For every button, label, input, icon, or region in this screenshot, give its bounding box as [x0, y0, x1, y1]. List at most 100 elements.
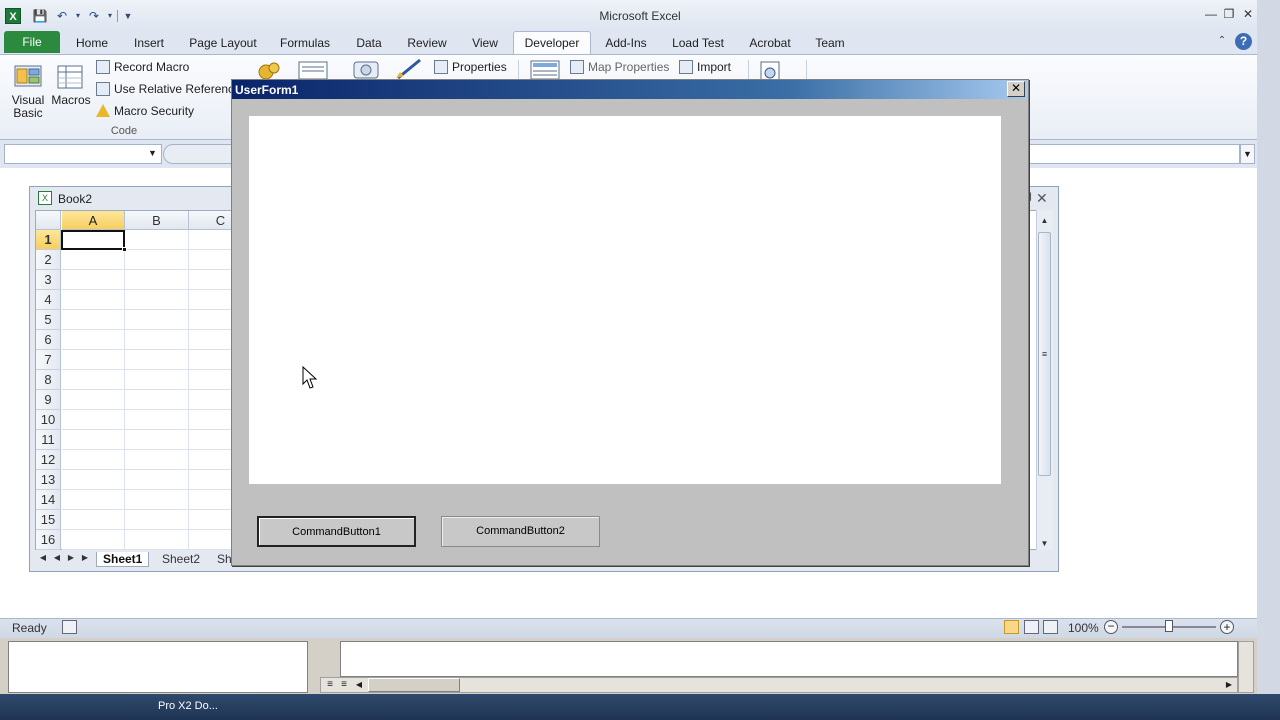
- minimize-icon[interactable]: —: [1202, 6, 1220, 22]
- sheet-tab-sheet1[interactable]: Sheet1: [96, 552, 150, 567]
- row-header[interactable]: 13: [36, 470, 61, 490]
- row-header[interactable]: 4: [36, 290, 61, 310]
- close-window-icon[interactable]: ✕: [1239, 6, 1257, 22]
- tab-home[interactable]: Home: [70, 34, 114, 52]
- tab-page-layout[interactable]: Page Layout: [186, 34, 260, 52]
- gridline: [62, 349, 232, 350]
- tab-view[interactable]: View: [466, 34, 504, 52]
- lower-horizontal-scroll-thumb[interactable]: [368, 678, 460, 692]
- macros-icon[interactable]: [56, 62, 86, 92]
- full-module-view-icon[interactable]: ≡: [338, 679, 350, 691]
- properties-icon: [434, 60, 448, 74]
- import-button[interactable]: Import: [679, 58, 731, 76]
- add-ins-icon[interactable]: [256, 60, 282, 80]
- gridline: [62, 329, 232, 330]
- next-sheet-icon[interactable]: ▶: [66, 553, 76, 562]
- row-header[interactable]: 15: [36, 510, 61, 530]
- immediate-pane-left[interactable]: [8, 641, 308, 693]
- userform-title-bar[interactable]: [232, 80, 1028, 99]
- tab-file[interactable]: File: [4, 31, 60, 53]
- row-header[interactable]: 1: [36, 230, 61, 250]
- immediate-pane-right[interactable]: [340, 641, 1238, 677]
- fill-handle[interactable]: [122, 247, 127, 252]
- record-macro-button[interactable]: Record Macro: [96, 58, 189, 76]
- scroll-down-icon[interactable]: ▼: [1038, 539, 1051, 548]
- scroll-right-icon[interactable]: ▶: [1224, 679, 1234, 691]
- scroll-left-icon[interactable]: ◀: [354, 679, 364, 691]
- normal-view-icon[interactable]: [1004, 620, 1019, 634]
- zoom-in-icon[interactable]: +: [1220, 620, 1234, 634]
- row-header[interactable]: 12: [36, 450, 61, 470]
- com-add-ins-icon[interactable]: [298, 60, 330, 80]
- name-box-dropdown-icon[interactable]: ▼: [148, 148, 157, 158]
- row-header[interactable]: 6: [36, 330, 61, 350]
- minimize-ribbon-icon[interactable]: ⌃: [1216, 35, 1228, 47]
- row-header[interactable]: 11: [36, 430, 61, 450]
- userform-close-button[interactable]: ✕: [1007, 81, 1025, 97]
- close-workbook-icon[interactable]: ✕: [1036, 191, 1050, 205]
- row-header[interactable]: 10: [36, 410, 61, 430]
- row-header[interactable]: 2: [36, 250, 61, 270]
- map-properties-button[interactable]: Map Properties: [570, 58, 669, 76]
- window-title: Microsoft Excel: [599, 9, 681, 23]
- status-ready: Ready: [12, 621, 47, 635]
- formula-buttons[interactable]: [163, 144, 233, 164]
- macro-security-button[interactable]: Macro Security: [96, 102, 194, 120]
- gridline: [62, 309, 232, 310]
- column-header-a[interactable]: A: [62, 211, 125, 230]
- command-button-2[interactable]: CommandButton2: [441, 516, 600, 547]
- tab-team[interactable]: Team: [810, 34, 850, 52]
- zoom-out-icon[interactable]: −: [1104, 620, 1118, 634]
- macros-button[interactable]: Macros: [50, 94, 92, 107]
- restore-icon[interactable]: ❐: [1220, 6, 1238, 22]
- use-relative-reference-button[interactable]: Use Relative Reference: [96, 80, 241, 98]
- row-header[interactable]: 8: [36, 370, 61, 390]
- tab-data[interactable]: Data: [349, 34, 389, 52]
- row-header[interactable]: 9: [36, 390, 61, 410]
- workbook-icon[interactable]: X: [38, 191, 52, 205]
- page-layout-view-icon[interactable]: [1024, 620, 1039, 634]
- userform-content-area[interactable]: [249, 116, 1001, 484]
- tab-insert[interactable]: Insert: [127, 34, 171, 52]
- design-mode-icon[interactable]: [394, 58, 424, 80]
- row-header[interactable]: 14: [36, 490, 61, 510]
- command-button-1[interactable]: CommandButton1: [257, 516, 416, 547]
- column-header-b[interactable]: B: [125, 211, 189, 230]
- scroll-up-icon[interactable]: ▲: [1038, 216, 1051, 225]
- record-macro-status-icon[interactable]: [62, 620, 77, 634]
- sheet-tab-sheet2[interactable]: Sheet2: [162, 552, 200, 567]
- expand-formula-bar-icon[interactable]: ▼: [1240, 144, 1255, 164]
- name-box[interactable]: [4, 144, 162, 164]
- zoom-level[interactable]: 100%: [1068, 621, 1099, 635]
- first-sheet-icon[interactable]: ◀: [38, 553, 48, 562]
- taskbar-item[interactable]: Pro X2 Do...: [158, 700, 218, 712]
- tab-load-test[interactable]: Load Test: [666, 34, 730, 52]
- active-cell-a1[interactable]: [61, 230, 125, 250]
- map-properties-icon: [570, 60, 584, 74]
- visual-basic-button[interactable]: Visual Basic: [8, 94, 48, 120]
- tab-review[interactable]: Review: [402, 34, 452, 52]
- row-header[interactable]: 7: [36, 350, 61, 370]
- help-icon[interactable]: ?: [1235, 33, 1252, 50]
- row-header[interactable]: 5: [36, 310, 61, 330]
- row-header[interactable]: 16: [36, 530, 61, 550]
- tab-acrobat[interactable]: Acrobat: [743, 34, 797, 52]
- tab-developer[interactable]: Developer: [513, 31, 591, 55]
- tab-formulas[interactable]: Formulas: [275, 34, 335, 52]
- window-border: [1257, 0, 1280, 720]
- formula-input[interactable]: [1028, 144, 1240, 164]
- zoom-slider-thumb[interactable]: [1165, 620, 1173, 632]
- last-sheet-icon[interactable]: ▶: [80, 553, 90, 562]
- properties-button[interactable]: Properties: [434, 58, 507, 76]
- page-break-view-icon[interactable]: [1043, 620, 1058, 634]
- source-icon[interactable]: [530, 60, 560, 80]
- insert-controls-icon[interactable]: [352, 58, 382, 80]
- prev-sheet-icon[interactable]: ◀: [52, 553, 62, 562]
- row-header[interactable]: 3: [36, 270, 61, 290]
- visual-basic-icon[interactable]: [13, 60, 43, 90]
- lower-vertical-scrollbar[interactable]: [1238, 641, 1254, 693]
- procedure-view-icon[interactable]: ≡: [324, 679, 336, 691]
- select-all-corner[interactable]: [36, 211, 61, 230]
- tab-add-ins[interactable]: Add-Ins: [600, 34, 652, 52]
- sheet-tab-sheet3[interactable]: Sh: [217, 552, 232, 567]
